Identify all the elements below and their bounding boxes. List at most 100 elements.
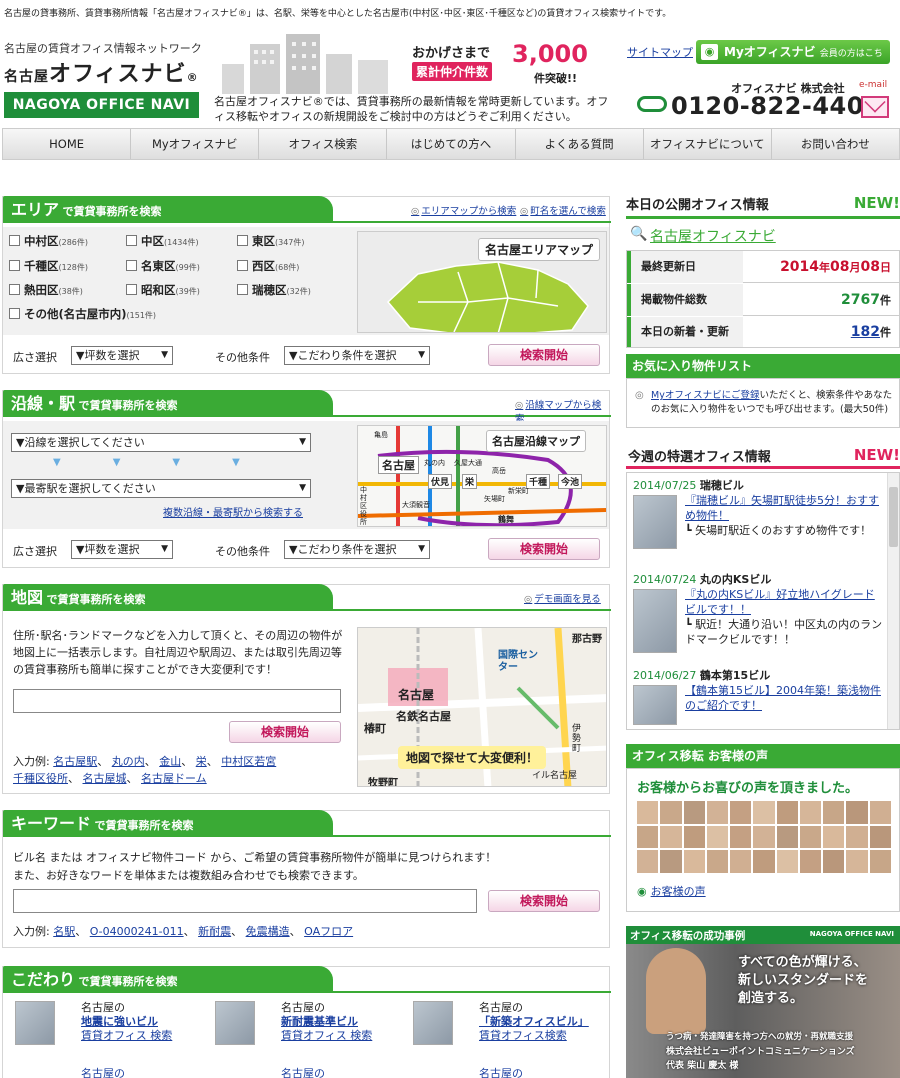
map-label-iru: イル名古屋 bbox=[532, 771, 578, 781]
site-link[interactable]: 名古屋オフィスナビ bbox=[650, 226, 776, 246]
example-link[interactable]: O-04000241-011 bbox=[90, 925, 184, 938]
area-checkbox-higashi[interactable]: 東区(347件) bbox=[237, 233, 305, 249]
keyword-desc-1: ビル名 または オフィスナビ物件コード から、ご希望の賃貸事務所物件が簡単に見つ… bbox=[13, 851, 497, 864]
example-link[interactable]: 丸の内 bbox=[112, 755, 145, 768]
area-search-button[interactable]: 検索開始 bbox=[488, 344, 600, 366]
case-person: 代表 柴山 慶太 様 bbox=[666, 1061, 739, 1071]
line-select[interactable]: ▼沿線を選択してください bbox=[11, 433, 311, 452]
voice-link[interactable]: お客様の声 bbox=[651, 885, 706, 898]
size-select[interactable]: ▼坪数を選択 bbox=[71, 346, 173, 365]
area-checkbox-mizuho[interactable]: 瑞穂区(32件) bbox=[237, 282, 311, 298]
map-label-tsubaki: 椿町 bbox=[364, 722, 386, 735]
new-count-link[interactable]: 182 bbox=[851, 324, 880, 340]
weekly-item-link[interactable]: 『瑞穂ビル』矢場町駅徒歩5分！おすすめ物件！ bbox=[685, 494, 879, 522]
map-description: 住所･駅名･ランドマークなどを入力して頂くと、その周辺の物件が地図上に一括表示し… bbox=[13, 629, 343, 676]
kodawari-link[interactable]: 地震に強いビル bbox=[81, 1015, 158, 1028]
example-link[interactable]: 名古屋ドーム bbox=[141, 772, 207, 785]
building-thumb bbox=[413, 1001, 453, 1045]
station-select[interactable]: ▼最寄駅を選択してください bbox=[11, 479, 311, 498]
area-checkbox-meito[interactable]: 名東区(99件) bbox=[126, 258, 200, 274]
phone-number[interactable]: 0120-822-440 bbox=[637, 92, 864, 120]
area-checkbox-atsuta[interactable]: 熱田区(38件) bbox=[9, 282, 83, 298]
kodawari-item-earthquake[interactable]: 名古屋の 地震に強いビル 賃貸オフィス 検索 bbox=[15, 1001, 205, 1049]
my-office-navi-button[interactable]: ◉ Myオフィスナビ 会員の方はこちら bbox=[696, 40, 890, 85]
kodawari-link[interactable]: 「新築オフィスビル」 bbox=[479, 1015, 589, 1028]
logo[interactable]: 名古屋オフィスナビ® bbox=[4, 56, 199, 88]
line-search-button[interactable]: 検索開始 bbox=[488, 538, 600, 560]
area-checkbox-other[interactable]: その他(名古屋市内)(151件) bbox=[9, 306, 156, 322]
nav-home[interactable]: HOME bbox=[3, 129, 132, 159]
nav-faq[interactable]: よくある質問 bbox=[516, 129, 644, 159]
kodawari-sub-link[interactable]: 賃貸オフィス 検索 bbox=[81, 1029, 172, 1042]
map-search-button[interactable]: 検索開始 bbox=[229, 721, 341, 743]
example-link[interactable]: 金山 bbox=[159, 755, 181, 768]
mail-icon[interactable] bbox=[861, 96, 889, 118]
area-checkbox-showa[interactable]: 昭和区(39件) bbox=[126, 282, 200, 298]
area-checkbox-nakamura[interactable]: 中村区(286件) bbox=[9, 233, 88, 249]
today-info-panel: 本日の公開オフィス情報 NEW! 🔍 名古屋オフィスナビ 最終更新日 2014年… bbox=[626, 194, 900, 348]
weekly-item[interactable]: 2014/06/27 鶴本第15ビル 【鶴本第15ビル】2004年築！築浅物件の… bbox=[633, 667, 883, 725]
area-checkbox-chikusa[interactable]: 千種区(128件) bbox=[9, 258, 88, 274]
kodawari-item-new-building[interactable]: 名古屋の 「新築オフィスビル」 賃貸オフィス検索 bbox=[413, 1001, 603, 1049]
area-subtitle: で賃貸事務所を検索 bbox=[62, 205, 162, 218]
keyword-search-button[interactable]: 検索開始 bbox=[488, 890, 600, 912]
area-map-link[interactable]: エリアマップから検索 bbox=[411, 203, 516, 217]
weekly-item[interactable]: 2014/07/25 瑞穂ビル 『瑞穂ビル』矢場町駅徒歩5分！おすすめ物件！ ┗ … bbox=[633, 477, 883, 549]
example-link[interactable]: 中村区若宮 bbox=[221, 755, 276, 768]
kodawari-item-new-standard[interactable]: 名古屋の 新耐震基準ビル 賃貸オフィス 検索 bbox=[215, 1001, 405, 1049]
nav-office-search[interactable]: オフィス検索 bbox=[259, 129, 388, 159]
tagline: 名古屋の賃貸オフィス情報ネットワーク bbox=[4, 42, 202, 55]
line-map[interactable]: 名古屋沿線マップ 名古屋 伏見 栄 千種 今池 丸の内 久屋大通 高岳 矢場町 … bbox=[357, 425, 607, 527]
example-link[interactable]: 名駅 bbox=[53, 925, 75, 938]
stats-label: 累計仲介件数 bbox=[412, 62, 493, 81]
logo-en[interactable]: NAGOYA OFFICE NAVI bbox=[4, 92, 199, 118]
example-link[interactable]: 千種区役所 bbox=[13, 772, 68, 785]
street-map[interactable]: 那古野 国際センター 名古屋 名鉄名古屋 椿町 牧野町 伊勢町 イル名古屋 地図… bbox=[357, 627, 607, 787]
kodawari-more-3[interactable]: 名古屋の bbox=[479, 1065, 523, 1078]
nav-my-office-navi[interactable]: Myオフィスナビ bbox=[131, 129, 260, 159]
sitemap-link[interactable]: サイトマップ bbox=[627, 44, 693, 60]
example-link[interactable]: 名古屋城 bbox=[83, 772, 127, 785]
condition-select[interactable]: ▼こだわり条件を選択 bbox=[284, 540, 430, 559]
stats-suffix: 件突破!! bbox=[534, 72, 578, 85]
keyword-search-input[interactable] bbox=[13, 889, 477, 913]
example-link[interactable]: OAフロア bbox=[304, 925, 353, 938]
scrollbar[interactable] bbox=[887, 473, 899, 729]
nav-about[interactable]: オフィスナビについて bbox=[644, 129, 772, 159]
weekly-item-link[interactable]: 『丸の内KSビル』好立地ハイグレードビルです！！ bbox=[685, 588, 875, 616]
size-select[interactable]: ▼坪数を選択 bbox=[71, 540, 173, 559]
area-checkbox-nishi[interactable]: 西区(68件) bbox=[237, 258, 299, 274]
map-label-isecho: 伊勢町 bbox=[572, 724, 582, 754]
condition-select[interactable]: ▼こだわり条件を選択 bbox=[284, 346, 430, 365]
town-select-link[interactable]: 町名を選んで検索 bbox=[520, 203, 606, 217]
kodawari-sub-link[interactable]: 賃貸オフィス 検索 bbox=[281, 1029, 372, 1042]
map-label-meitetsu: 名鉄名古屋 bbox=[396, 710, 451, 723]
area-map-label: 名古屋エリアマップ bbox=[478, 238, 601, 261]
example-link[interactable]: 名古屋駅 bbox=[53, 755, 97, 768]
person-photo bbox=[646, 948, 706, 1034]
weekly-item[interactable]: 2014/07/24 丸の内KSビル 『丸の内KSビル』好立地ハイグレードビルで… bbox=[633, 571, 883, 653]
kodawari-more-2[interactable]: 名古屋の bbox=[281, 1065, 325, 1078]
kodawari-link[interactable]: 新耐震基準ビル bbox=[281, 1015, 358, 1028]
area-checkbox-naka[interactable]: 中区(1434件) bbox=[126, 233, 199, 249]
example-link[interactable]: 栄 bbox=[196, 755, 207, 768]
map-station-kameshima: 亀島 bbox=[374, 431, 388, 439]
map-search-input[interactable] bbox=[13, 689, 341, 713]
demo-link[interactable]: デモ画面を見る bbox=[524, 591, 601, 605]
nav-contact[interactable]: お問い合わせ bbox=[772, 129, 899, 159]
area-map[interactable]: 名古屋エリアマップ bbox=[357, 231, 607, 333]
kodawari-sub-link[interactable]: 賃貸オフィス検索 bbox=[479, 1029, 567, 1042]
scrollbar-thumb[interactable] bbox=[889, 487, 898, 547]
nav-beginners[interactable]: はじめての方へ bbox=[387, 129, 516, 159]
multi-line-search-link[interactable]: 複数沿線・最寄駅から検索する bbox=[163, 504, 303, 519]
register-link[interactable]: Myオフィスナビにご登録 bbox=[651, 390, 759, 401]
intro-text: 名古屋オフィスナビ®では、賃貸事務所の最新情報を常時更新しています。オフィス移転… bbox=[214, 95, 609, 123]
weekly-item-link[interactable]: 【鶴本第15ビル】2004年築！築浅物件のご紹介です！ bbox=[685, 684, 881, 712]
example-link[interactable]: 免震構造 bbox=[246, 925, 290, 938]
site-description: 名古屋の貸事務所、賃貸事務所情報「名古屋オフィスナビ®」は、名駅、栄等を中心とし… bbox=[4, 9, 672, 19]
email-label[interactable]: e-mail bbox=[859, 80, 887, 90]
success-case-banner[interactable]: オフィス移転の成功事例 NAGOYA OFFICE NAVI すべての色が輝ける… bbox=[626, 926, 900, 1078]
example-link[interactable]: 新耐震 bbox=[198, 925, 231, 938]
kodawari-more-1[interactable]: 名古屋の bbox=[81, 1065, 125, 1078]
size-label: 広さ選択 bbox=[13, 351, 57, 364]
